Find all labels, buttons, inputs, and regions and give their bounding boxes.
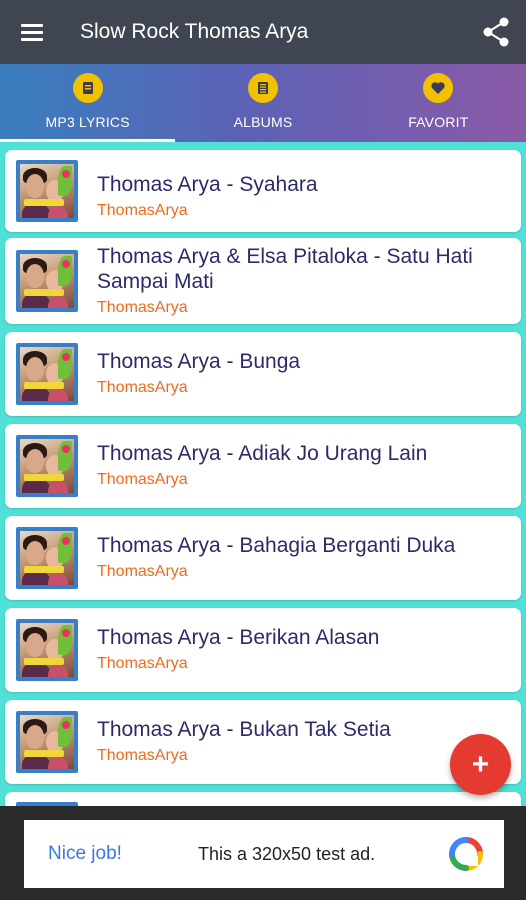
song-title: Thomas Arya - Syahara xyxy=(97,173,318,196)
song-artist: ThomasArya xyxy=(97,299,188,316)
tab-mp3-lyrics[interactable]: MP3 LYRICS xyxy=(0,64,176,142)
music-file-icon xyxy=(72,73,103,103)
album-thumbnail xyxy=(16,619,78,681)
add-button[interactable]: + xyxy=(450,734,511,795)
song-title: Thomas Arya & Elsa Pitaloka - Satu Hati … xyxy=(97,245,473,293)
tab-favorit[interactable]: FAVORIT xyxy=(351,64,526,142)
song-list: Thomas Arya - Syahara ThomasArya Thomas … xyxy=(0,142,526,806)
heart-icon xyxy=(423,73,454,103)
album-thumbnail xyxy=(16,250,78,312)
app-bar: Slow Rock Thomas Arya xyxy=(0,0,526,64)
tab-albums[interactable]: ALBUMS xyxy=(175,64,350,142)
list-item[interactable]: Thomas Arya - Syahara ThomasArya xyxy=(5,150,521,232)
ad-banner[interactable]: Nice job! This a 320x50 test ad. xyxy=(24,820,504,888)
list-item[interactable]: Thomas Arya - Bahagia Berganti Duka Thom… xyxy=(5,516,521,600)
tab-bar: MP3 LYRICS ALBUMS FAVORIT xyxy=(0,64,526,142)
list-item[interactable]: Thomas Arya - Bunga ThomasArya xyxy=(5,332,521,416)
song-artist: ThomasArya xyxy=(97,202,188,219)
album-thumbnail xyxy=(16,711,78,773)
song-artist: ThomasArya xyxy=(97,747,188,764)
tab-label: FAVORIT xyxy=(408,114,469,130)
list-item[interactable]: Thomas Arya - Bukan Tak Setia ThomasArya xyxy=(5,700,521,784)
app-title: Slow Rock Thomas Arya xyxy=(80,20,309,43)
song-title: Thomas Arya - Berikan Alasan xyxy=(97,626,380,649)
tab-label: ALBUMS xyxy=(233,114,293,130)
song-artist: ThomasArya xyxy=(97,379,188,396)
song-title: Thomas Arya - Bunga xyxy=(97,350,301,373)
share-icon[interactable] xyxy=(466,0,526,64)
ad-nice-job-text: Nice job! xyxy=(48,843,122,864)
hamburger-menu-icon[interactable] xyxy=(0,0,64,64)
song-title: Thomas Arya - Bahagia Berganti Duka xyxy=(97,534,456,557)
ad-text: This a 320x50 test ad. xyxy=(198,843,376,864)
song-title: Thomas Arya - Bukan Tak Setia xyxy=(97,718,391,741)
tab-label: MP3 LYRICS xyxy=(45,114,130,130)
song-artist: ThomasArya xyxy=(97,563,188,580)
song-artist: ThomasArya xyxy=(97,655,188,672)
list-item[interactable]: Thomas Arya & Elsa Pitaloka - Satu Hati … xyxy=(5,238,521,324)
album-thumbnail xyxy=(16,527,78,589)
ad-logo-icon xyxy=(446,834,486,874)
album-icon xyxy=(247,73,278,103)
song-artist: ThomasArya xyxy=(97,471,188,488)
list-item[interactable]: Thomas Arya - Adiak Jo Urang Lain Thomas… xyxy=(5,424,521,508)
song-title: Thomas Arya - Adiak Jo Urang Lain xyxy=(97,442,428,465)
ad-banner-area: Nice job! This a 320x50 test ad. xyxy=(0,806,526,900)
album-thumbnail xyxy=(16,160,78,222)
album-thumbnail xyxy=(16,343,78,405)
album-thumbnail xyxy=(16,435,78,497)
list-item[interactable] xyxy=(5,792,521,806)
add-icon: + xyxy=(471,747,490,781)
list-item[interactable]: Thomas Arya - Berikan Alasan ThomasArya xyxy=(5,608,521,692)
